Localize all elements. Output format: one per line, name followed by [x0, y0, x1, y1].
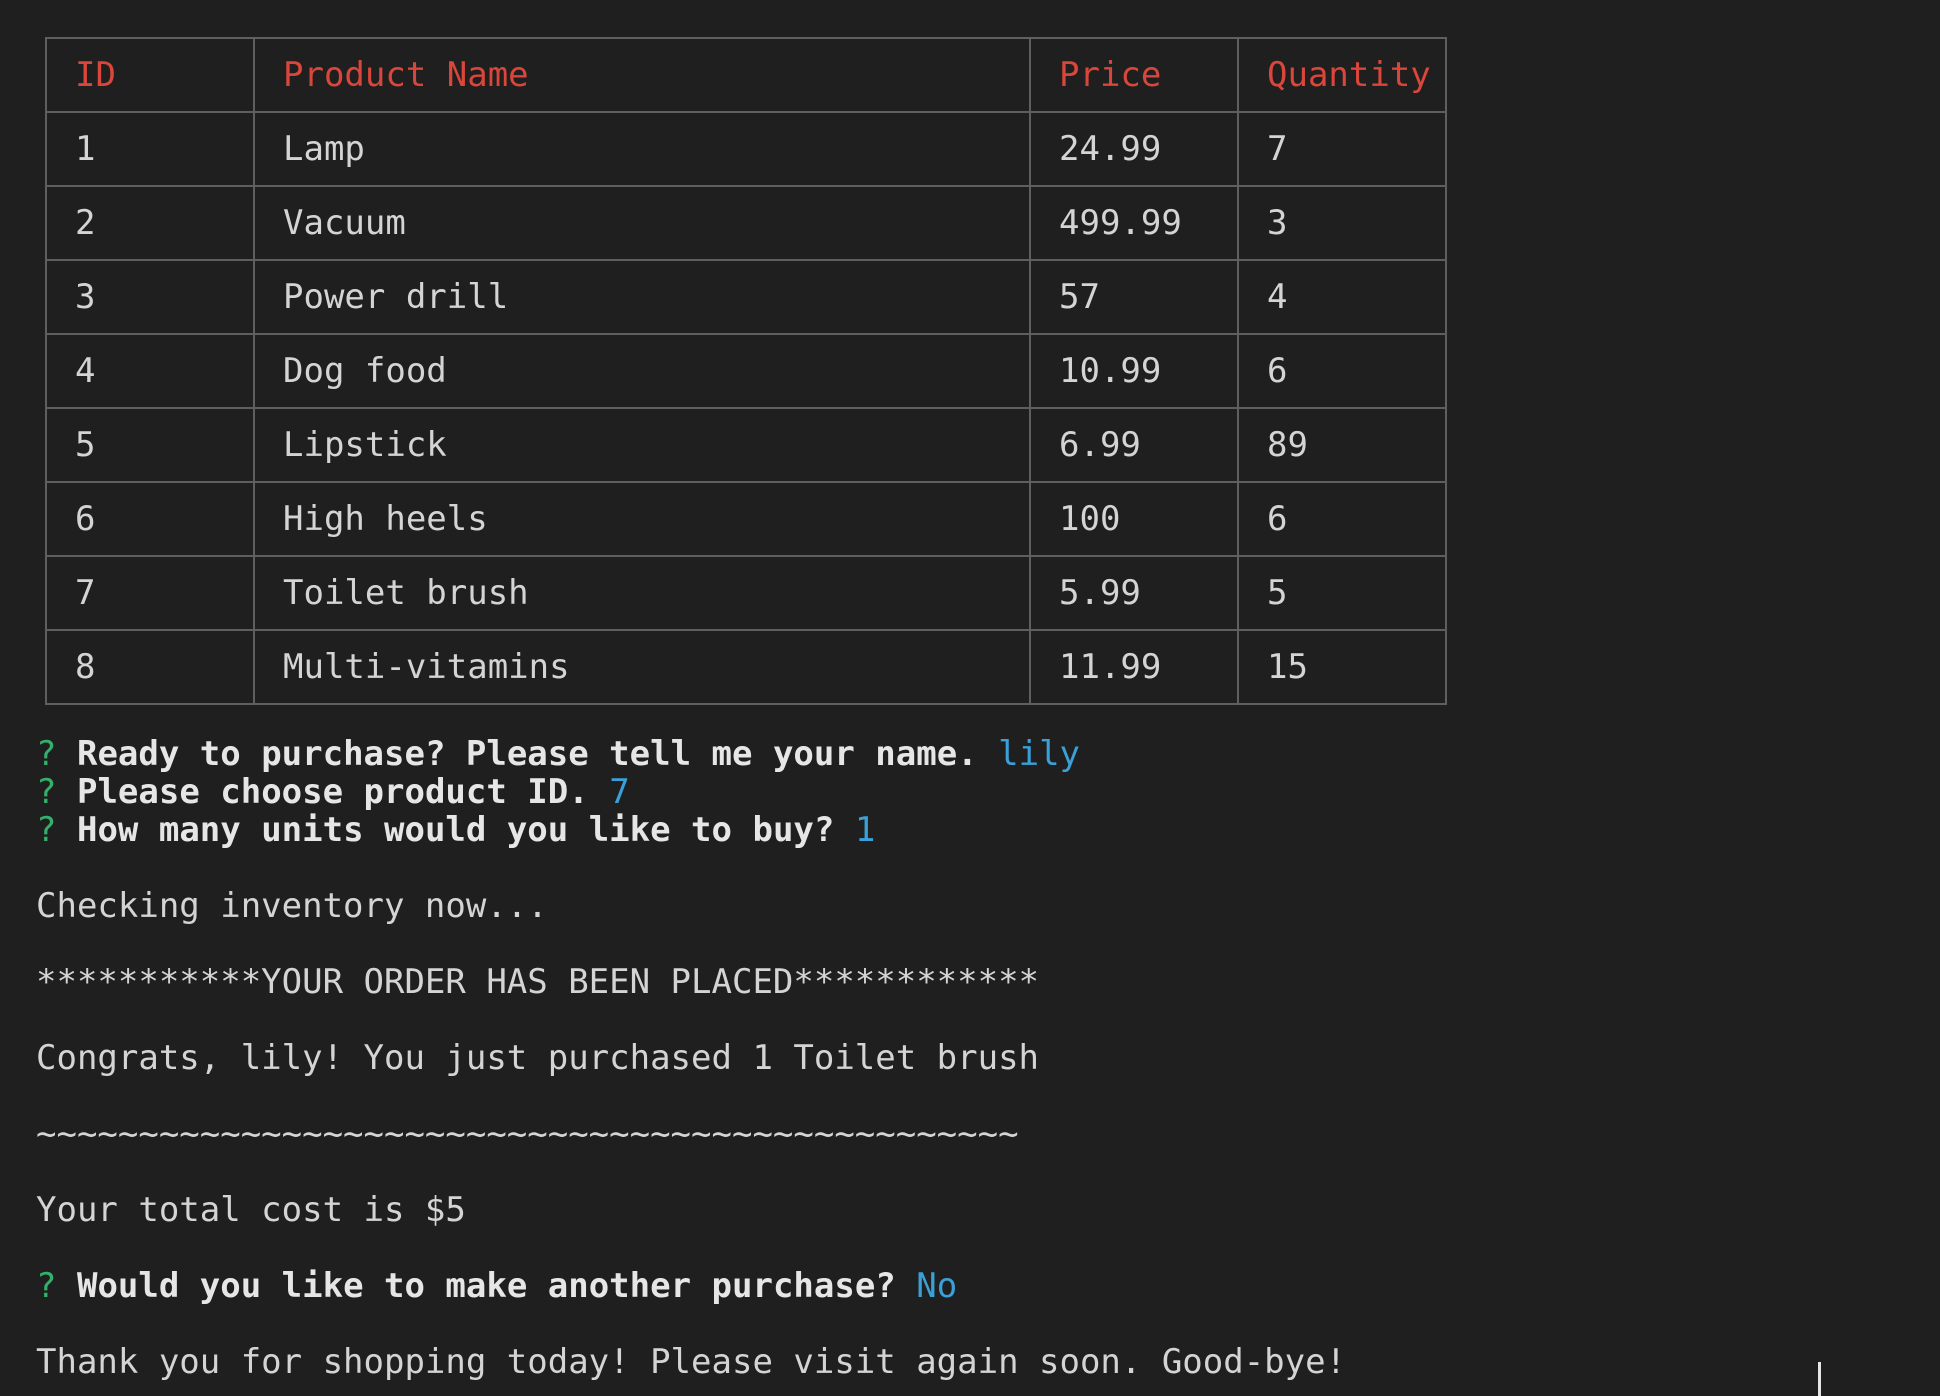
cell-product-name: Vacuum — [253, 185, 1031, 261]
table-row: 4 Dog food 10.99 6 — [45, 333, 1447, 409]
prompt-answer: 7 — [609, 772, 630, 812]
cell-price: 100 — [1029, 481, 1239, 557]
prompt-question: Would you like to make another purchase? — [76, 1266, 896, 1306]
cell-quantity: 4 — [1237, 259, 1447, 335]
cell-price: 24.99 — [1029, 111, 1239, 187]
cell-id: 4 — [45, 333, 255, 409]
cell-product-name: Dog food — [253, 333, 1031, 409]
cell-product-name: Multi-vitamins — [253, 629, 1031, 705]
header-quantity: Quantity — [1237, 37, 1447, 113]
cell-id: 7 — [45, 555, 255, 631]
header-price: Price — [1029, 37, 1239, 113]
cell-price: 5.99 — [1029, 555, 1239, 631]
table-row: 6 High heels 100 6 — [45, 481, 1447, 557]
terminal-window: ID Product Name Price Quantity 1 Lamp 24… — [0, 0, 1940, 1396]
cell-product-name: Toilet brush — [253, 555, 1031, 631]
prompt-answer: 1 — [854, 810, 876, 850]
question-mark: ? — [36, 1266, 57, 1306]
table-row: 8 Multi-vitamins 11.99 15 — [45, 629, 1447, 705]
cell-quantity: 3 — [1237, 185, 1447, 261]
cell-price: 10.99 — [1029, 333, 1239, 409]
cell-quantity: 7 — [1237, 111, 1447, 187]
divider-text: ~~~~~~~~~~~~~~~~~~~~~~~~~~~~~~~~~~~~~~~~… — [36, 1114, 1019, 1154]
cell-id: 3 — [45, 259, 255, 335]
prompt-question: Ready to purchase? Please tell me your n… — [76, 734, 978, 774]
goodbye-text: Thank you for shopping today! Please vis… — [36, 1342, 1347, 1382]
prompt-product-id: ? Please choose product ID. 7 — [36, 773, 630, 811]
header-product-name: Product Name — [253, 37, 1031, 113]
text-cursor — [1818, 1362, 1821, 1396]
cell-id: 1 — [45, 111, 255, 187]
table-row: 1 Lamp 24.99 7 — [45, 111, 1447, 187]
cell-price: 11.99 — [1029, 629, 1239, 705]
cell-id: 2 — [45, 185, 255, 261]
question-mark: ? — [36, 734, 57, 774]
table-row: 2 Vacuum 499.99 3 — [45, 185, 1447, 261]
cell-price: 6.99 — [1029, 407, 1239, 483]
cell-product-name: Power drill — [253, 259, 1031, 335]
question-mark: ? — [36, 810, 57, 850]
checking-inventory-text: Checking inventory now... — [36, 886, 548, 926]
cell-quantity: 15 — [1237, 629, 1447, 705]
prompt-answer: lily — [998, 734, 1081, 774]
prompt-question: Please choose product ID. — [76, 772, 589, 812]
inventory-table: ID Product Name Price Quantity 1 Lamp 24… — [45, 37, 1447, 705]
prompt-another-purchase: ? Would you like to make another purchas… — [36, 1267, 957, 1305]
cell-price: 499.99 — [1029, 185, 1239, 261]
cell-quantity: 5 — [1237, 555, 1447, 631]
prompt-name: ? Ready to purchase? Please tell me your… — [36, 735, 1080, 773]
table-header-row: ID Product Name Price Quantity — [45, 37, 1447, 113]
order-placed-text: ***********YOUR ORDER HAS BEEN PLACED***… — [36, 962, 1040, 1002]
congrats-text: Congrats, lily! You just purchased 1 Toi… — [36, 1038, 1040, 1078]
table-row: 7 Toilet brush 5.99 5 — [45, 555, 1447, 631]
cell-id: 6 — [45, 481, 255, 557]
prompt-question: How many units would you like to buy? — [76, 810, 835, 850]
prompt-units: ? How many units would you like to buy? … — [36, 811, 875, 849]
cell-product-name: Lamp — [253, 111, 1031, 187]
cell-product-name: Lipstick — [253, 407, 1031, 483]
prompt-answer: No — [916, 1266, 958, 1306]
table-row: 5 Lipstick 6.99 89 — [45, 407, 1447, 483]
question-mark: ? — [36, 772, 57, 812]
cell-quantity: 6 — [1237, 481, 1447, 557]
table-row: 3 Power drill 57 4 — [45, 259, 1447, 335]
cell-id: 8 — [45, 629, 255, 705]
cell-price: 57 — [1029, 259, 1239, 335]
total-cost-text: Your total cost is $5 — [36, 1190, 466, 1230]
header-id: ID — [45, 37, 255, 113]
cell-quantity: 89 — [1237, 407, 1447, 483]
cell-quantity: 6 — [1237, 333, 1447, 409]
cell-id: 5 — [45, 407, 255, 483]
cell-product-name: High heels — [253, 481, 1031, 557]
